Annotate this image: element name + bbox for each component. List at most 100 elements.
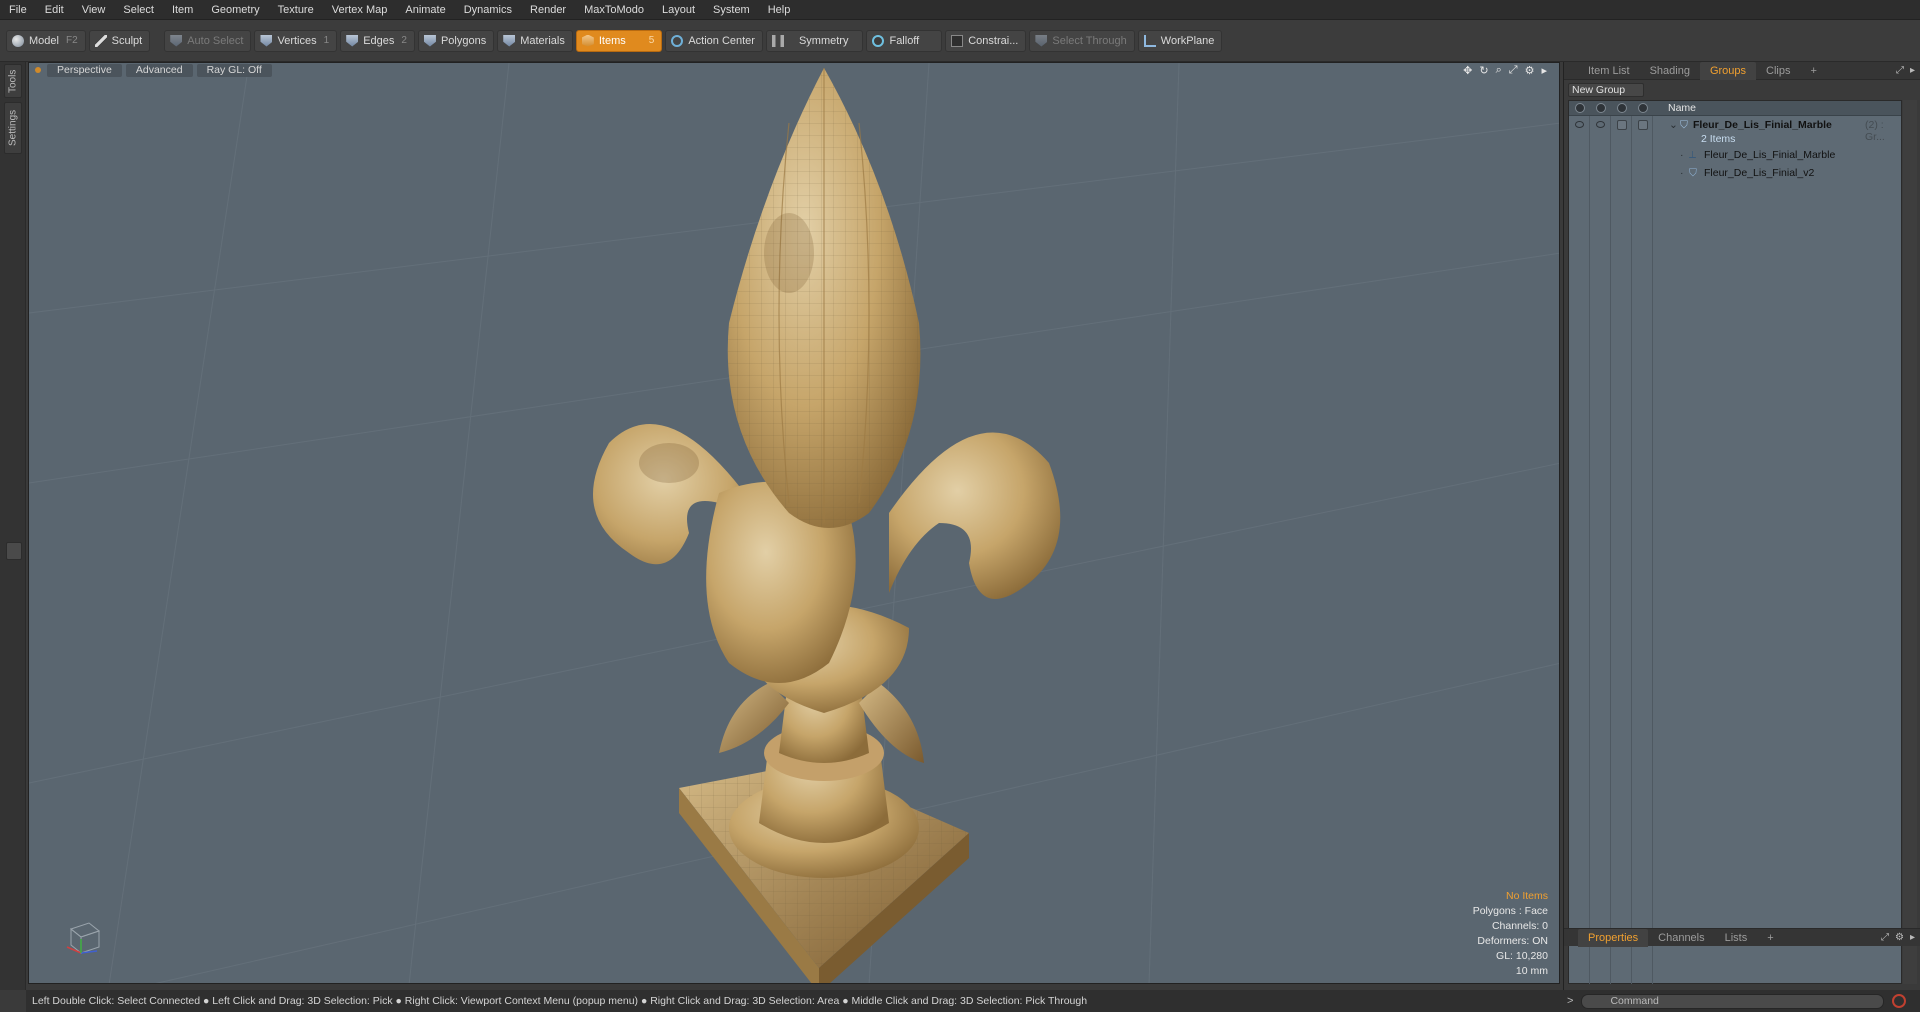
falloff-button[interactable]: Falloff <box>866 29 943 52</box>
groups-scrollbar[interactable] <box>1903 100 1917 984</box>
constraints-button[interactable]: Constrai... <box>945 29 1027 52</box>
materials-button[interactable]: Materials <box>497 29 573 52</box>
zoom-icon[interactable]: ⌕ <box>1496 64 1502 77</box>
select-column-icon[interactable] <box>1638 103 1648 113</box>
add-properties-tab-button[interactable]: + <box>1757 929 1783 947</box>
list-item[interactable]: · ⟂ Fleur_De_Lis_Finial_Marble <box>1569 147 1901 164</box>
column-divider <box>1610 116 1611 984</box>
vertices-button[interactable]: Vertices 1 <box>254 29 338 52</box>
panel-maximize-icon[interactable]: ⤢ <box>1896 62 1904 80</box>
left-tool-strip: Tools Settings <box>0 62 26 990</box>
menu-dynamics[interactable]: Dynamics <box>455 0 521 20</box>
rotate-icon[interactable]: ↻ <box>1479 64 1488 77</box>
viewport-menu-dot[interactable] <box>35 67 41 73</box>
render-column-icon[interactable] <box>1596 103 1606 113</box>
menu-system[interactable]: System <box>704 0 759 20</box>
channels-info: Channels: 0 <box>1491 920 1548 932</box>
scale-info: 10 mm <box>1515 965 1548 977</box>
select-through-icon <box>1035 34 1048 47</box>
command-stop-icon[interactable] <box>1892 994 1907 1008</box>
model-label: Model <box>29 34 59 47</box>
tab-shading[interactable]: Shading <box>1640 62 1700 80</box>
item-name: Fleur_De_Lis_Finial_v2 <box>1704 167 1815 179</box>
groups-list-header: Name <box>1569 101 1901 116</box>
menu-file[interactable]: File <box>0 0 36 20</box>
menu-animate[interactable]: Animate <box>396 0 454 20</box>
edges-button[interactable]: Edges 2 <box>340 29 415 52</box>
tab-lists[interactable]: Lists <box>1715 929 1758 947</box>
viewport-expand-icon[interactable]: ▸ <box>1541 64 1547 77</box>
auto-select-button[interactable]: Auto Select <box>164 29 252 52</box>
menu-select[interactable]: Select <box>114 0 163 20</box>
status-bar: Left Double Click: Select Connected ● Le… <box>26 990 1563 1012</box>
constraints-icon <box>951 34 964 47</box>
fit-view-icon[interactable]: ⤢ <box>1509 64 1518 77</box>
menu-edit[interactable]: Edit <box>36 0 73 20</box>
menu-bar: File Edit View Select Item Geometry Text… <box>0 0 1920 20</box>
tools-tab[interactable]: Tools <box>4 64 22 98</box>
pan-icon[interactable]: ✥ <box>1463 64 1472 77</box>
add-tab-button[interactable]: + <box>1800 62 1826 80</box>
panel-arrow-icon[interactable]: ▸ <box>1910 62 1915 80</box>
constraints-label: Constrai... <box>968 34 1019 47</box>
deformers-info: Deformers: ON <box>1477 935 1548 947</box>
action-center-button[interactable]: Action Center <box>665 29 763 52</box>
materials-label: Materials <box>520 34 565 47</box>
strip-toggle-button[interactable] <box>6 542 22 560</box>
lock-column-icon[interactable] <box>1617 103 1627 113</box>
symmetry-label: Symmetry <box>798 34 849 47</box>
lock-checkbox[interactable] <box>1617 120 1627 130</box>
tab-groups[interactable]: Groups <box>1699 61 1757 80</box>
right-panel: Item List Shading Groups Clips + ⤢ ▸ New… <box>1563 61 1920 990</box>
tab-item-list[interactable]: Item List <box>1578 62 1640 80</box>
command-input[interactable]: Command <box>1581 993 1885 1009</box>
tab-clips[interactable]: Clips <box>1756 62 1800 80</box>
list-item[interactable]: · ⛉ Fleur_De_Lis_Finial_v2 <box>1569 165 1901 182</box>
render-toggle-icon[interactable] <box>1596 121 1605 128</box>
properties-tabs: Properties Channels Lists + ⤢ ⚙ ▸ <box>1564 928 1920 947</box>
viewport-nav-tools: ✥ ↻ ⌕ ⤢ ⚙ ▸ <box>1463 63 1547 77</box>
properties-maximize-icon[interactable]: ⤢ <box>1881 929 1889 947</box>
menu-vertex-map[interactable]: Vertex Map <box>323 0 397 20</box>
select-through-button[interactable]: Select Through <box>1029 29 1135 52</box>
3d-viewport[interactable]: Perspective Advanced Ray GL: Off ✥ ↻ ⌕ ⤢… <box>28 62 1560 984</box>
items-button[interactable]: Items 5 <box>575 29 663 52</box>
menu-maxtomodo[interactable]: MaxToModo <box>575 0 653 20</box>
menu-geometry[interactable]: Geometry <box>202 0 268 20</box>
group-collapse-icon[interactable]: ⌄ <box>1669 119 1678 131</box>
fleur-de-lis-model[interactable] <box>29 63 1560 984</box>
polygons-button[interactable]: Polygons <box>417 29 495 52</box>
tab-properties[interactable]: Properties <box>1578 928 1649 947</box>
sculpt-button[interactable]: Sculpt <box>88 29 151 52</box>
select-checkbox[interactable] <box>1638 120 1648 130</box>
group-row[interactable]: ⌄ ⛉ Fleur_De_Lis_Finial_Marble (2) : Gr.… <box>1569 117 1901 147</box>
viewport-settings-icon[interactable]: ⚙ <box>1525 64 1535 77</box>
shading-advanced-tab[interactable]: Advanced <box>125 63 193 77</box>
menu-help[interactable]: Help <box>759 0 800 20</box>
visibility-column-icon[interactable] <box>1575 103 1585 113</box>
menu-texture[interactable]: Texture <box>269 0 323 20</box>
raygl-toggle[interactable]: Ray GL: Off <box>196 63 272 77</box>
name-column-header: Name <box>1668 102 1697 114</box>
eye-icon[interactable] <box>1575 121 1584 128</box>
main-toolbar: Model F2 Sculpt Auto Select Vertices 1 E… <box>0 20 1920 62</box>
vertices-label: Vertices <box>277 34 317 47</box>
symmetry-button[interactable]: Symmetry <box>765 29 864 52</box>
menu-render[interactable]: Render <box>521 0 575 20</box>
view-perspective-tab[interactable]: Perspective <box>47 63 122 77</box>
menu-item[interactable]: Item <box>163 0 202 20</box>
menu-view[interactable]: View <box>73 0 115 20</box>
menu-layout[interactable]: Layout <box>653 0 704 20</box>
workplane-button[interactable]: WorkPlane <box>1137 29 1223 52</box>
model-button[interactable]: Model F2 <box>6 29 86 52</box>
panel-corner-icons: ⤢ ▸ <box>1896 62 1915 80</box>
column-divider <box>1652 116 1653 984</box>
mesh-icon: ⟂ <box>1689 149 1697 161</box>
edges-shortcut: 2 <box>401 35 407 46</box>
properties-gear-icon[interactable]: ⚙ <box>1895 929 1904 947</box>
new-group-button[interactable]: New Group <box>1568 83 1644 97</box>
settings-tab[interactable]: Settings <box>4 102 22 154</box>
tab-channels[interactable]: Channels <box>1648 929 1714 947</box>
materials-icon <box>503 34 516 47</box>
properties-arrow-icon[interactable]: ▸ <box>1910 929 1915 947</box>
